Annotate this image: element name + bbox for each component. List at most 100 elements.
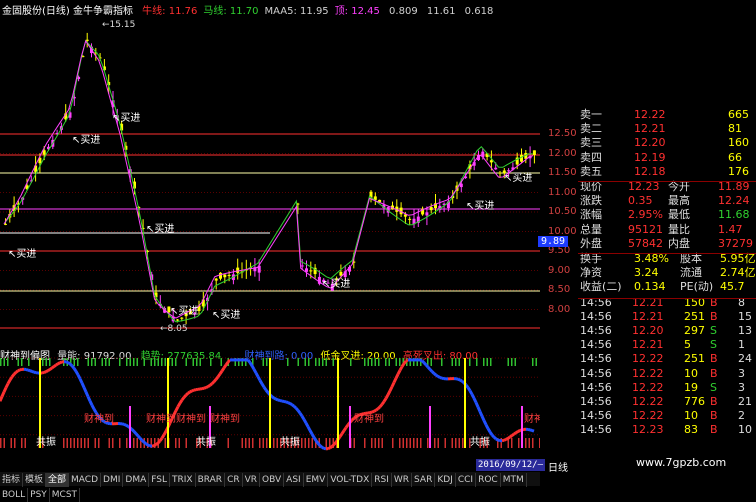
buy-signal: ↖买进 [504,172,532,184]
price-tick: 12.50 [548,128,577,139]
bottom-bar [119,438,121,448]
osc-segment [72,366,74,368]
bottom-bar [364,438,366,448]
osc-segment [80,379,82,383]
stat-label: PE(动) [680,280,713,293]
bottom-bar [420,438,422,448]
tab-dma[interactable]: DMA [123,473,149,487]
osc-segment [258,377,260,381]
tick-vol: 10 [684,409,698,422]
osc-segment [372,411,374,412]
osc-segment [74,368,76,371]
osc-segment [460,380,462,381]
osc-segment [474,398,476,402]
tab-fsl[interactable]: FSL [149,473,170,487]
osc-segment [514,433,516,434]
osc-segment [462,381,464,383]
buy-signal: ↖买进 [170,305,198,317]
top-bar [119,358,121,366]
tab-mcst[interactable]: MCST [50,488,80,502]
osc-segment [2,392,4,397]
bottom-bar [11,438,13,448]
tab-boll[interactable]: BOLL [0,488,28,502]
tab-模板[interactable]: 模板 [23,473,46,487]
stat-label: 流通 [680,266,702,279]
buy-signal: ↖买进 [8,248,36,260]
tab-trix[interactable]: TRIX [170,473,196,487]
bottom-bar [354,438,356,448]
tab-cci[interactable]: CCI [456,473,476,487]
osc-segment [420,360,422,361]
bottom-bar [77,438,79,448]
stat-value: 2.95% [628,208,663,221]
tab-roc[interactable]: ROC [476,473,501,487]
osc-segment [436,375,438,376]
osc-segment [254,369,256,373]
tab-obv[interactable]: OBV [260,473,284,487]
tab-kdj[interactable]: KDJ [435,473,456,487]
osc-segment [404,361,406,364]
osc-segment [402,364,404,367]
bottom-bar [371,438,373,448]
tab-mtm[interactable]: MTM [501,473,527,487]
bottom-bar [459,438,461,448]
tab-emv[interactable]: EMV [304,473,329,487]
osc-segment [264,387,266,390]
osc-segment [0,397,2,402]
osc-segment [512,434,514,435]
tab-wr[interactable]: WR [392,473,412,487]
stat-label: 收益(二) [580,280,622,293]
tick-row: 14:5612.2219S3 [578,381,756,394]
bottom-bar [438,438,440,448]
osc-segment [70,364,72,366]
bottom-bar [126,438,128,448]
tab-brar[interactable]: BRAR [196,473,225,487]
tab-sar[interactable]: SAR [412,473,435,487]
top-bar [151,358,153,366]
resonance-text: 共振 [470,435,490,448]
ask-row: 卖三12.20160 [578,136,756,149]
indicator-chart[interactable]: 财神到财神到财神到财神到财神到财神到共振共振共振共振 [0,346,540,458]
period-label[interactable]: 日线 [548,459,568,474]
stat2-row: 收益(二)0.134PE(动)45.7 [578,280,756,293]
ask-price: 12.21 [634,122,666,135]
top-bar [186,358,188,366]
bottom-bar [63,438,65,448]
tab-vr[interactable]: VR [243,473,260,487]
osc-segment [506,438,508,439]
current-price-tag: 9.89 [538,236,568,247]
tab-macd[interactable]: MACD [69,473,101,487]
tick-row: 14:5612.2210B3 [578,367,756,380]
bottom-bar [112,438,114,448]
osc-segment [30,371,32,372]
tab-psy[interactable]: PSY [28,488,50,502]
osc-segment [250,363,252,366]
osc-segment [476,403,478,407]
tab-全部[interactable]: 全部 [46,473,69,487]
tab-rsi[interactable]: RSI [372,473,392,487]
top-bar [396,358,398,366]
price-tick: 11.50 [548,167,577,178]
osc-segment [488,429,490,432]
tab-指标[interactable]: 指标 [0,473,23,487]
tab-dmi[interactable]: DMI [101,473,123,487]
candle-body [223,274,226,277]
tick-side: B [710,423,718,436]
osc-segment [248,360,250,363]
price-tick: 9.00 [548,265,570,276]
top-bar [364,358,366,366]
osc-segment [390,387,392,391]
price-chart[interactable]: ←15.15←8.05↖买进↖买进↖买进↖买进↖买进↖买进↖买进↖买进↖买进 [0,0,540,340]
osc-segment [140,438,142,440]
tick-count: 3 [738,367,745,380]
tab-cr[interactable]: CR [225,473,243,487]
caishen-text: 财神到 [84,412,114,425]
osc-segment [428,367,430,369]
top-bar [95,358,97,366]
tab-asi[interactable]: ASI [284,473,304,487]
osc-segment [486,425,488,429]
tab-vol-tdx[interactable]: VOL-TDX [328,473,372,487]
bottom-bar [263,438,265,448]
stat-row: 总量95121量比1.47 [578,223,756,236]
osc-segment [332,445,334,447]
